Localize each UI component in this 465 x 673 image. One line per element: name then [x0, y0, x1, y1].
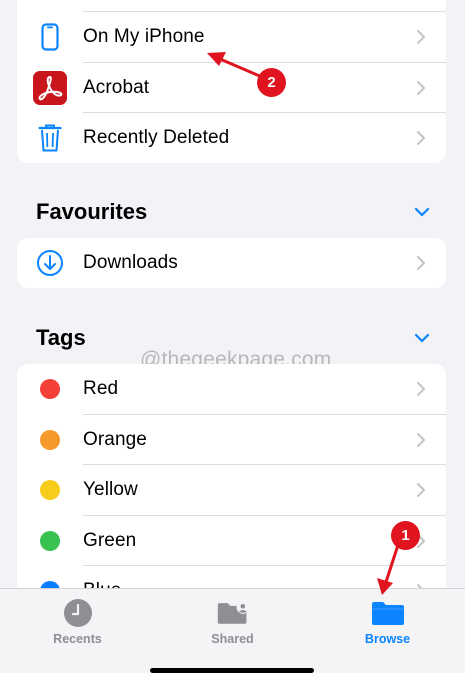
chevron-right-icon — [417, 256, 425, 270]
tags-card: Red Orange Yellow Green Blue — [17, 364, 446, 624]
trash-icon — [33, 121, 67, 155]
location-item-acrobat[interactable]: Acrobat — [17, 63, 446, 113]
orange-dot-icon — [40, 429, 60, 450]
tab-label: Shared — [211, 632, 254, 646]
yellow-dot-icon — [40, 480, 60, 501]
favourites-collapse-chevron-icon[interactable] — [414, 207, 430, 217]
iphone-icon — [33, 20, 67, 54]
annotation-badge-step-1: 1 — [391, 521, 420, 550]
folder-icon — [371, 599, 405, 627]
tab-label: Browse — [364, 632, 411, 646]
tab-browse[interactable]: Browse — [310, 589, 465, 673]
download-circle-icon — [33, 246, 67, 280]
chevron-right-icon — [417, 30, 425, 45]
clock-icon — [61, 599, 95, 627]
favourite-item-downloads[interactable]: Downloads — [17, 238, 446, 288]
favourites-card: Downloads — [17, 238, 446, 288]
tag-item-green[interactable]: Green — [17, 516, 446, 566]
tag-color-dot-icon — [33, 473, 67, 507]
tab-shared[interactable]: Shared — [155, 589, 310, 673]
home-indicator — [150, 668, 314, 673]
red-dot-icon — [40, 379, 60, 400]
shared-folder-icon — [216, 599, 250, 627]
chevron-right-icon — [417, 80, 425, 95]
tag-color-dot-icon — [33, 372, 67, 406]
tab-label: Recents — [53, 632, 102, 646]
chevron-right-icon — [417, 432, 425, 447]
location-label: On My iPhone — [83, 26, 205, 48]
chevron-right-icon — [417, 382, 425, 397]
locations-card: On My iPhone Acrobat Recently Deleted — [17, 0, 446, 163]
annotation-badge-step-2: 2 — [257, 68, 286, 97]
tag-label: Yellow — [83, 479, 138, 501]
location-item-recently-deleted[interactable]: Recently Deleted — [17, 113, 446, 163]
tab-bar: Recents Shared Browse — [0, 588, 465, 673]
tag-item-yellow[interactable]: Yellow — [17, 465, 446, 516]
tag-item-orange[interactable]: Orange — [17, 415, 446, 465]
location-item-on-my-iphone[interactable]: On My iPhone — [17, 12, 446, 63]
favourites-section-title: Favourites — [36, 199, 148, 224]
chevron-right-icon — [417, 483, 425, 498]
chevron-right-icon — [417, 131, 425, 146]
acrobat-icon — [33, 70, 67, 105]
tag-color-dot-icon — [33, 524, 67, 558]
locations-row-top-partial — [17, 0, 446, 12]
location-label: Acrobat — [83, 76, 150, 98]
tags-collapse-chevron-icon[interactable] — [414, 333, 430, 343]
tags-section-title: Tags — [36, 325, 86, 350]
tag-item-red[interactable]: Red — [17, 364, 446, 415]
tag-label: Red — [83, 378, 119, 400]
tag-label: Green — [83, 529, 137, 551]
location-label: Recently Deleted — [83, 127, 230, 149]
favourite-label: Downloads — [83, 252, 178, 273]
tag-label: Orange — [83, 428, 147, 450]
tab-recents[interactable]: Recents — [0, 589, 155, 673]
green-dot-icon — [40, 530, 60, 551]
tag-color-dot-icon — [33, 423, 67, 457]
